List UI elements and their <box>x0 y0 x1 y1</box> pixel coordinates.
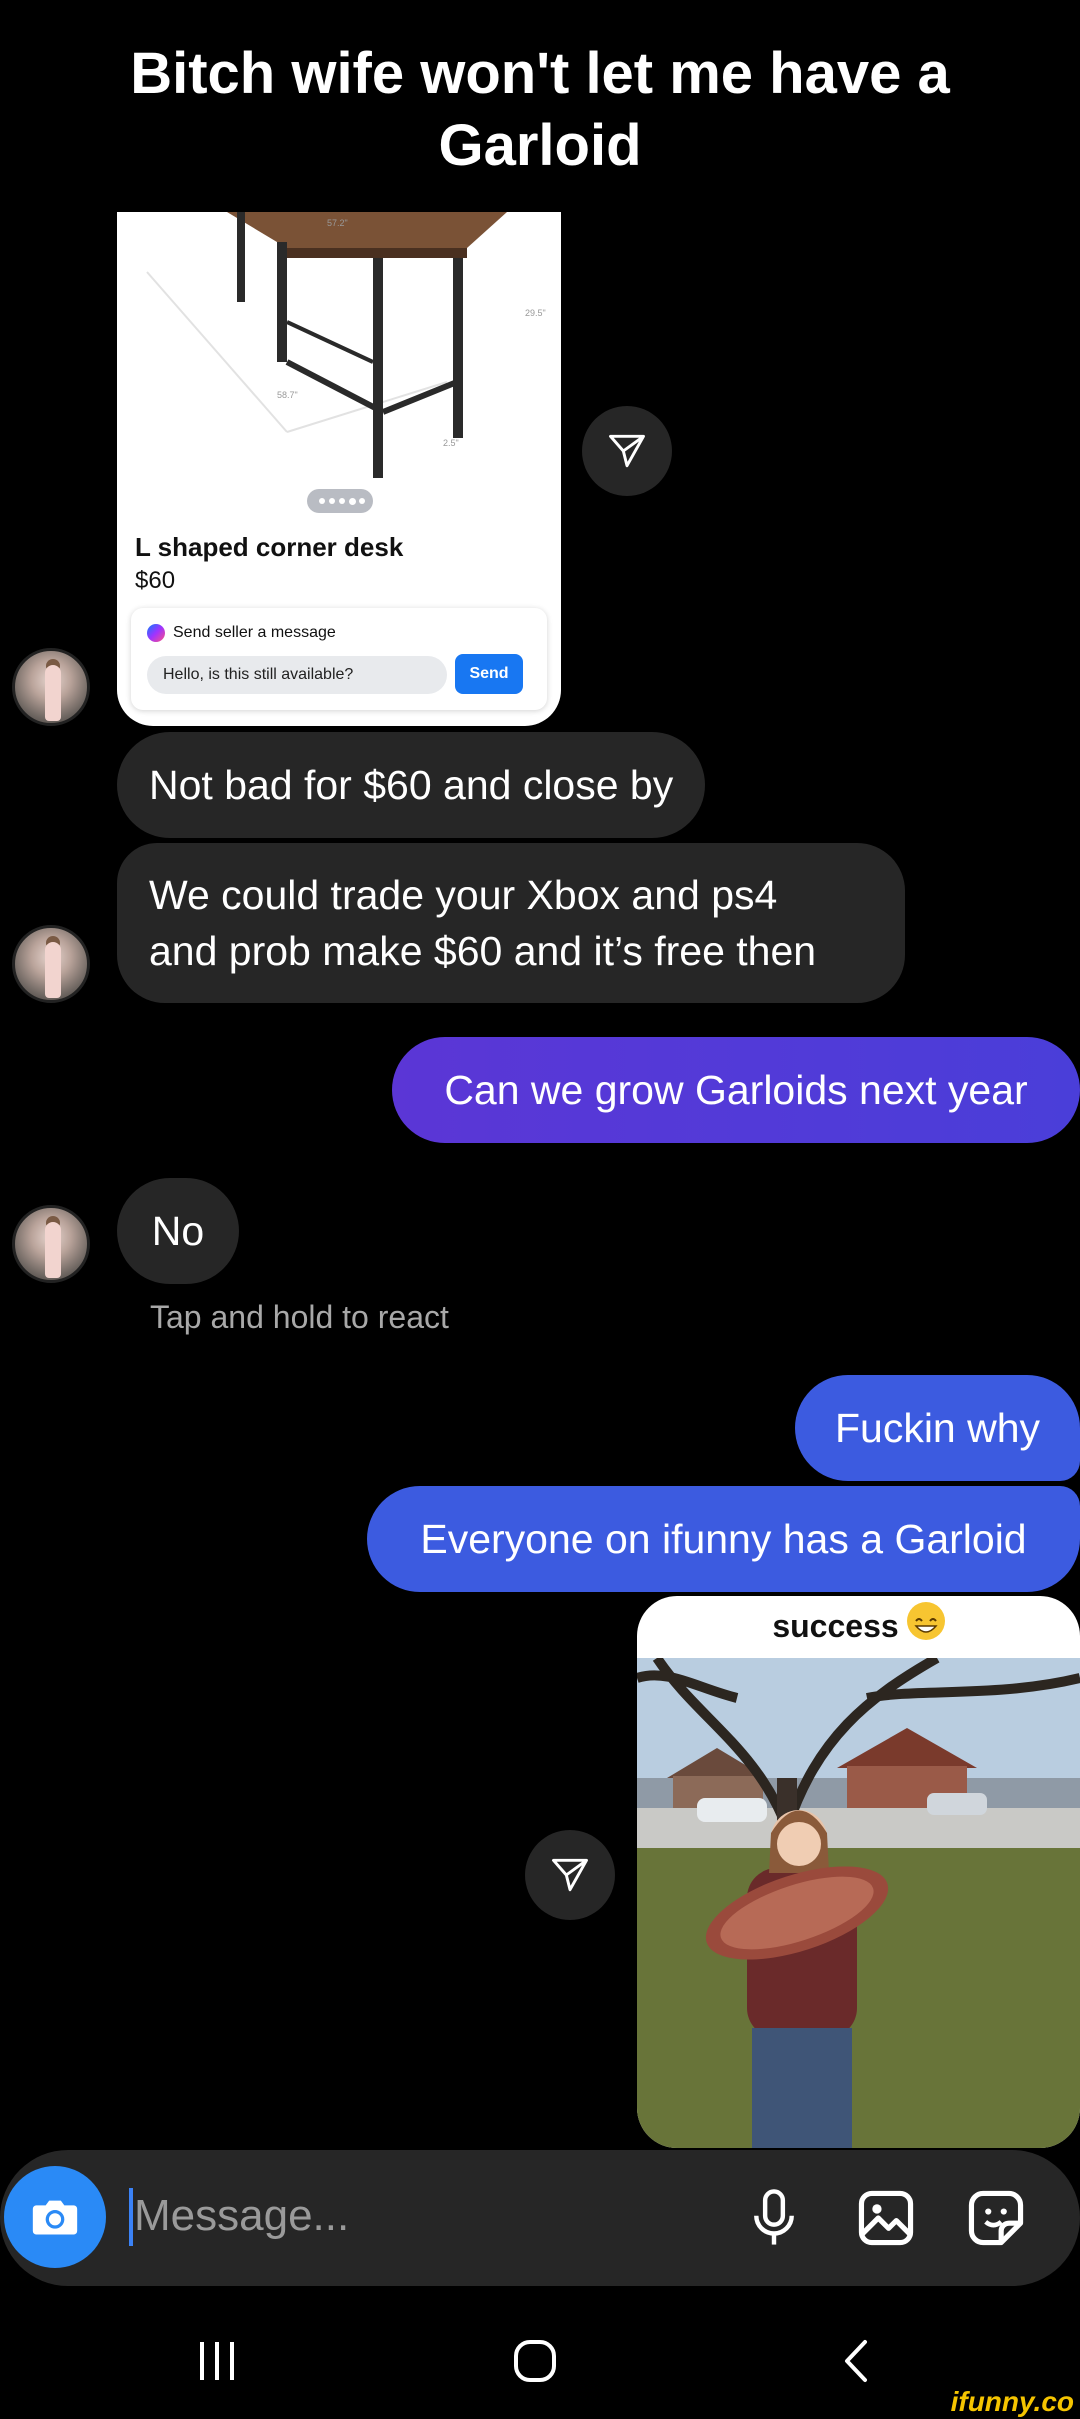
dimension-label: 58.7" <box>277 390 298 400</box>
shared-photo-post[interactable]: success <box>637 1596 1080 2148</box>
microphone-button[interactable] <box>736 2180 812 2256</box>
message-text: No <box>151 1208 205 1254</box>
seller-send-button[interactable]: Send <box>455 654 523 694</box>
messenger-icon <box>147 624 165 642</box>
message-text: Not bad for $60 and close by <box>149 762 674 808</box>
home-icon <box>514 2340 556 2382</box>
message-text-line: We could trade your Xbox and ps4 <box>149 872 778 918</box>
avatar[interactable] <box>12 648 90 726</box>
garloid-photo <box>637 1658 1080 2148</box>
message-text: Can we grow Garloids next year <box>444 1067 1028 1113</box>
recents-button[interactable] <box>162 2326 272 2396</box>
recents-icon <box>200 2342 234 2380</box>
avatar[interactable] <box>12 1205 90 1283</box>
gallery-button[interactable] <box>848 2180 924 2256</box>
back-icon <box>845 2340 867 2382</box>
message-bubble-received[interactable]: Not bad for $60 and close by <box>117 732 706 838</box>
carousel-dots[interactable] <box>307 489 373 513</box>
grinning-face-emoji <box>906 1602 945 1640</box>
message-seller-box: Send seller a message Hello, is this sti… <box>131 608 547 710</box>
back-button[interactable] <box>802 2326 912 2396</box>
seller-message-input[interactable]: Hello, is this still available? <box>147 656 447 694</box>
listing-title: L shaped corner desk <box>135 532 404 562</box>
dimension-label: 2.5" <box>443 438 459 448</box>
message-bubble-sent[interactable]: Can we grow Garloids next year <box>392 1037 1080 1143</box>
message-seller-label: Send seller a message <box>173 624 336 641</box>
meme-title: Bitch wife won't let me have a Garloid <box>130 41 950 178</box>
send-icon <box>552 1858 588 1892</box>
gallery-icon <box>858 2190 914 2246</box>
message-input[interactable]: Message... <box>134 2180 349 2252</box>
desk-product-image: 57.2" 29.5" 58.7" 2.5" <box>117 212 561 482</box>
camera-icon <box>32 2200 78 2235</box>
react-hint: Tap and hold to react <box>150 1299 449 1335</box>
message-seller-header: Send seller a message <box>147 624 336 642</box>
listing-price: $60 <box>135 567 176 594</box>
dimension-label: 57.2" <box>327 218 348 228</box>
text-cursor <box>129 2188 133 2246</box>
message-text: Everyone on ifunny has a Garloid <box>420 1516 1027 1562</box>
avatar[interactable] <box>12 925 90 1003</box>
message-bubble-sent[interactable]: Fuckin why <box>795 1375 1080 1481</box>
sticker-icon <box>968 2190 1024 2246</box>
microphone-icon <box>754 2189 794 2245</box>
message-bubble-received[interactable]: We could trade your Xbox and ps4 and pro… <box>117 843 905 1003</box>
forward-button[interactable] <box>525 1830 615 1920</box>
message-bubble-sent[interactable]: Everyone on ifunny has a Garloid <box>367 1486 1080 1592</box>
dimension-label: 29.5" <box>525 308 546 318</box>
forward-button[interactable] <box>582 406 672 496</box>
photo-caption-text: success <box>772 1608 899 1644</box>
send-icon <box>609 434 645 468</box>
message-text-line: and prob make $60 and it’s free then <box>149 928 817 974</box>
sticker-button[interactable] <box>958 2180 1034 2256</box>
system-navigation-bar: ifunny.co <box>0 2286 1080 2419</box>
message-bubble-received[interactable]: No <box>117 1178 239 1284</box>
ifunny-watermark: ifunny.co <box>944 2385 1080 2419</box>
photo-caption: success <box>637 1596 1080 1658</box>
camera-button[interactable] <box>4 2166 106 2268</box>
message-text: Fuckin why <box>834 1405 1041 1451</box>
message-composer: Message... <box>0 2150 1080 2286</box>
home-button[interactable] <box>480 2326 590 2396</box>
shared-listing-card[interactable]: 57.2" 29.5" 58.7" 2.5" L shaped corner d… <box>117 212 561 726</box>
